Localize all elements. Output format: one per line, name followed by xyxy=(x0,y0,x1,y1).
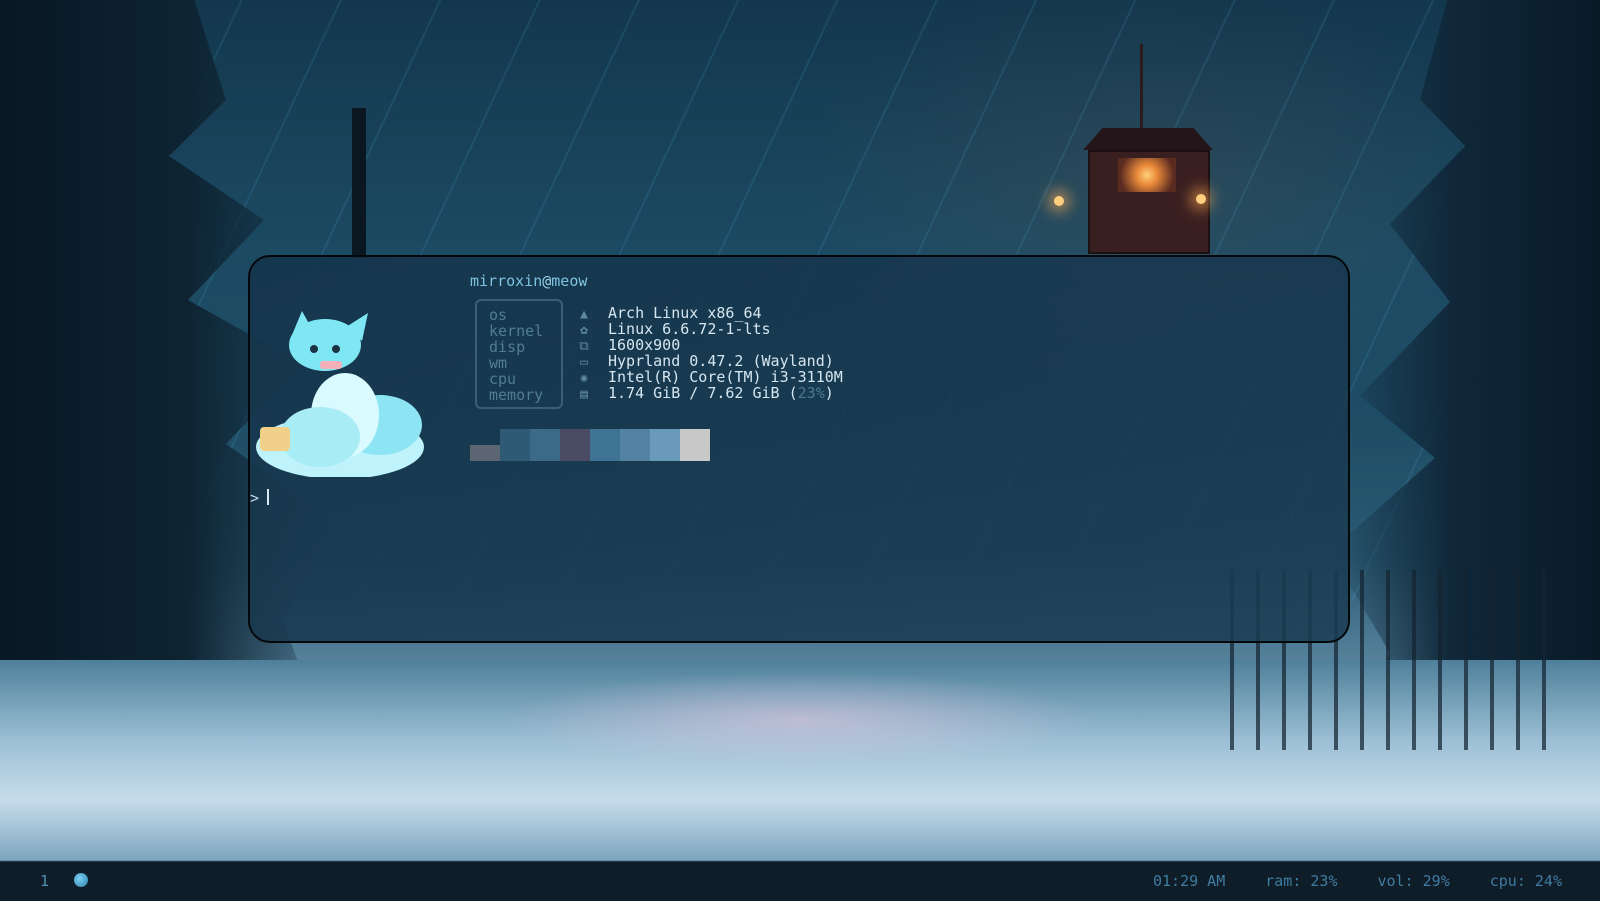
tower-lamp-right xyxy=(1196,194,1206,204)
label-memory: memory xyxy=(489,386,544,404)
info-icons: ▲ ✿ ⧉ ▭ ✺ ▤ xyxy=(577,307,593,403)
display-icon: ⧉ xyxy=(579,339,589,354)
label-disp: disp xyxy=(489,338,526,356)
value-kernel: Linux 6.6.72-1-lts xyxy=(608,320,771,338)
arch-icon: ▲ xyxy=(580,307,588,322)
palette-swatch-4 xyxy=(590,429,620,461)
color-palette xyxy=(470,429,710,461)
palette-swatch-5 xyxy=(620,429,650,461)
status-bar: 1 01:29 AM ram: 23% vol: 29% cpu: 24% xyxy=(0,861,1600,901)
label-kernel: kernel xyxy=(489,322,544,340)
memory-icon: ▤ xyxy=(580,387,588,402)
palette-swatch-7 xyxy=(680,429,710,461)
value-memory: 1.74 GiB / 7.62 GiB (23%) xyxy=(608,385,843,401)
value-cpu: Intel(R) Core(TM) i3-3110M xyxy=(608,368,843,386)
at-sign: @ xyxy=(542,272,552,290)
value-wm: Hyprland 0.47.2 (Wayland) xyxy=(608,352,834,370)
value-disp: 1600x900 xyxy=(608,336,681,354)
palette-swatch-0 xyxy=(470,445,500,461)
window-icon: ▭ xyxy=(580,355,588,370)
kernel-gear-icon: ✿ xyxy=(580,323,588,338)
username: mirroxin xyxy=(470,272,543,290)
memory-percent: 23% xyxy=(797,384,825,402)
value-os: Arch Linux x86_64 xyxy=(608,304,762,322)
palette-swatch-1 xyxy=(500,429,530,461)
text-cursor xyxy=(267,489,270,505)
memory-amount: 1.74 GiB / 7.62 GiB ( xyxy=(608,384,798,402)
info-values: Arch Linux x86_64 Linux 6.6.72-1-lts 160… xyxy=(608,305,843,401)
status-bar-right: 01:29 AM ram: 23% vol: 29% cpu: 24% xyxy=(1153,872,1562,890)
cpu-usage: cpu: 24% xyxy=(1489,872,1562,890)
memory-close-paren: ) xyxy=(824,384,834,402)
mascot-cat-image xyxy=(256,311,424,477)
shell-prompt[interactable]: > xyxy=(250,489,270,507)
label-os: os xyxy=(489,306,508,324)
label-cpu: cpu xyxy=(489,370,517,388)
workspace-indicator[interactable]: 1 xyxy=(40,872,49,890)
tower-lamp-left xyxy=(1054,196,1064,206)
tower-antenna xyxy=(1140,44,1143,130)
utility-pole xyxy=(352,108,366,258)
terminal-window[interactable]: mirroxin@meow os kernel disp wm cpu memo… xyxy=(248,255,1350,643)
clock: 01:29 AM xyxy=(1153,872,1226,890)
cpu-chip-icon: ✺ xyxy=(580,371,588,386)
user-host-title: mirroxin@meow xyxy=(470,272,587,290)
info-label-box: os kernel disp wm cpu memory xyxy=(475,299,563,409)
tower-roof xyxy=(1083,128,1213,150)
palette-swatch-6 xyxy=(650,429,680,461)
volume-level[interactable]: vol: 29% xyxy=(1378,872,1450,890)
label-wm: wm xyxy=(489,354,508,372)
tower-window-light xyxy=(1118,158,1176,192)
hostname: meow xyxy=(551,272,588,290)
app-icon[interactable] xyxy=(74,873,88,887)
ram-usage: ram: 23% xyxy=(1265,872,1338,890)
palette-swatch-3 xyxy=(560,429,590,461)
palette-swatch-2 xyxy=(530,429,560,461)
prompt-symbol: > xyxy=(250,489,260,507)
